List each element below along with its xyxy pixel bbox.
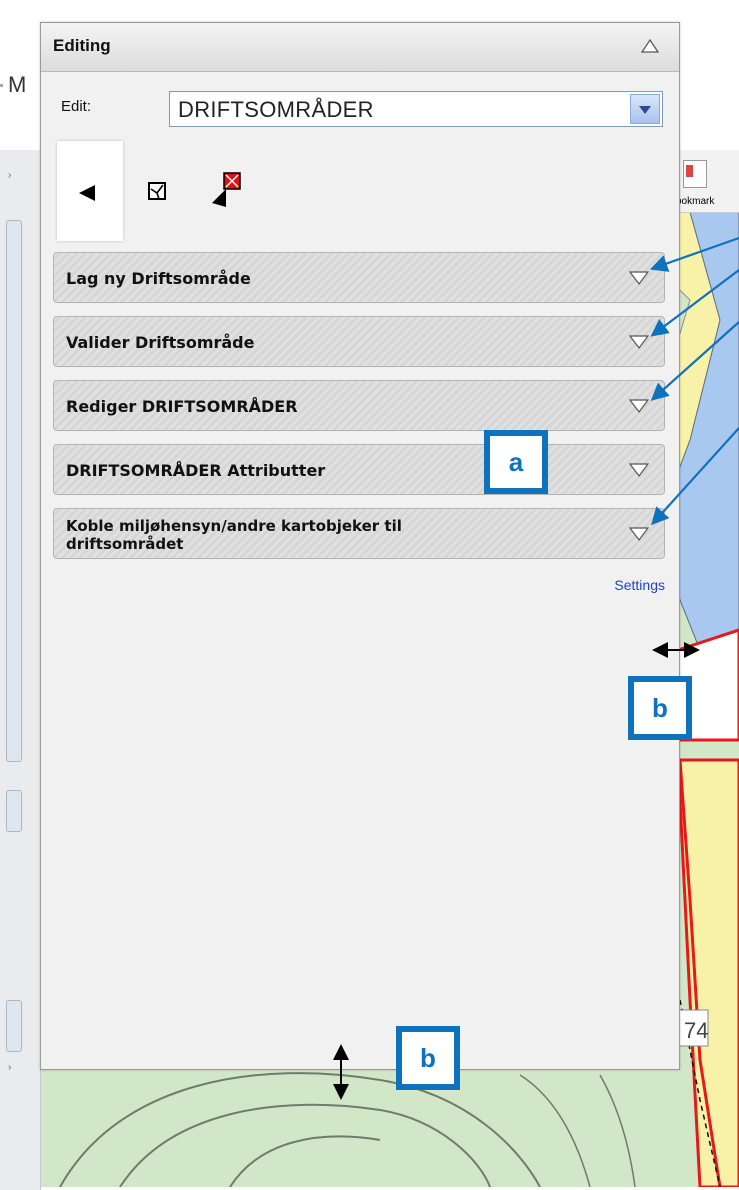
annotation-arrow	[651, 427, 739, 526]
annotation-arrow	[650, 269, 739, 337]
annotation-arrow	[649, 236, 739, 272]
annotation-box-b-right: b	[628, 676, 692, 740]
annotation-arrow	[650, 321, 739, 401]
annotation-box-b-bottom: b	[396, 1026, 460, 1090]
annotation-overlay	[333, 236, 739, 1100]
annotation-box-a: a	[484, 430, 548, 494]
